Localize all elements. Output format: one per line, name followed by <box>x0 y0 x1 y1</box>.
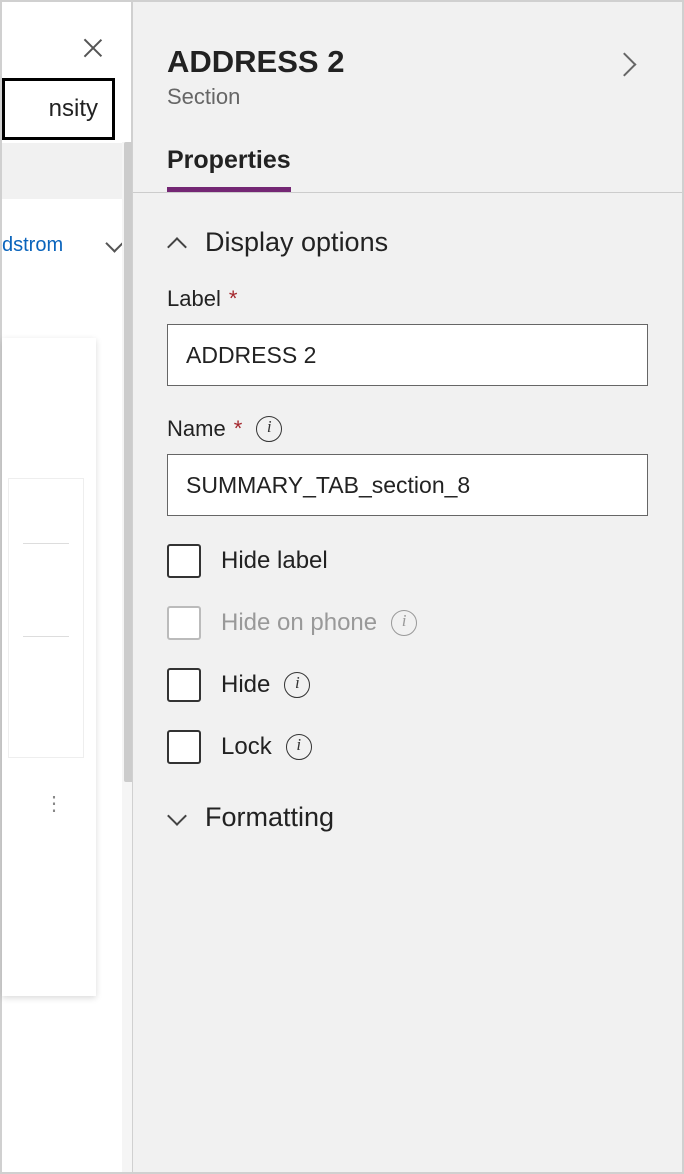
name-input[interactable] <box>167 454 648 516</box>
density-button[interactable]: nsity <box>2 78 115 140</box>
hide-label-checkbox[interactable] <box>167 544 201 578</box>
required-asterisk: * <box>229 286 238 312</box>
properties-panel: ADDRESS 2 Section Properties Display opt… <box>132 2 682 1172</box>
hide-checkbox[interactable] <box>167 668 201 702</box>
left-panel: nsity dstrom ⋮ <box>2 2 132 1172</box>
name-field-label: Name * <box>167 416 648 442</box>
section-formatting-header[interactable]: Formatting <box>133 792 682 843</box>
info-icon[interactable] <box>391 610 417 636</box>
hide-text: Hide <box>221 671 310 699</box>
canvas-preview: ⋮ <box>2 338 96 996</box>
label-field-label: Label * <box>167 286 648 312</box>
tab-properties[interactable]: Properties <box>167 146 291 192</box>
hide-on-phone-checkbox <box>167 606 201 640</box>
section-display-options-header[interactable]: Display options <box>133 193 682 268</box>
panel-title: ADDRESS 2 <box>167 44 344 80</box>
hide-label-text: Hide label <box>221 547 328 575</box>
hide-label-row[interactable]: Hide label <box>167 544 648 578</box>
preview-card <box>8 478 84 758</box>
chevron-right-icon[interactable] <box>616 52 640 76</box>
panel-header: ADDRESS 2 <box>133 2 682 80</box>
toolbar-strip <box>2 143 132 199</box>
hide-on-phone-row: Hide on phone <box>167 606 648 640</box>
checkbox-group: Hide label Hide on phone Hide Lock <box>133 516 682 764</box>
panel-subtitle: Section <box>133 80 682 110</box>
link-text: dstrom <box>2 234 63 257</box>
chevron-down-icon <box>167 808 187 828</box>
close-icon[interactable] <box>79 34 107 62</box>
section-title: Display options <box>205 227 388 258</box>
hide-row[interactable]: Hide <box>167 668 648 702</box>
info-icon[interactable] <box>256 416 282 442</box>
lock-checkbox[interactable] <box>167 730 201 764</box>
more-vertical-icon[interactable]: ⋮ <box>44 791 62 816</box>
label-field-block: Label * <box>133 268 682 386</box>
info-icon[interactable] <box>286 734 312 760</box>
breadcrumb-link[interactable]: dstrom <box>2 228 132 263</box>
info-icon[interactable] <box>284 672 310 698</box>
lock-row[interactable]: Lock <box>167 730 648 764</box>
lock-text: Lock <box>221 733 312 761</box>
required-asterisk: * <box>234 416 243 442</box>
label-input[interactable] <box>167 324 648 386</box>
name-field-block: Name * <box>133 386 682 516</box>
hide-on-phone-text: Hide on phone <box>221 609 417 637</box>
tabs: Properties <box>133 146 682 193</box>
chevron-up-icon <box>167 233 187 253</box>
section-title: Formatting <box>205 802 334 833</box>
